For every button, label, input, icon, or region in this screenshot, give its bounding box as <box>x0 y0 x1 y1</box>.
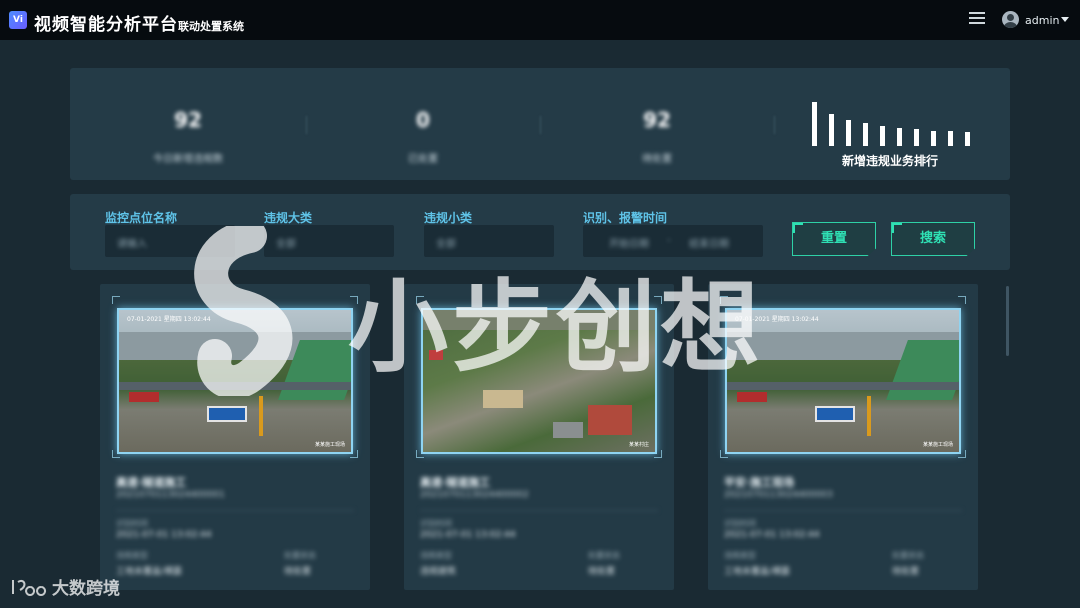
card-status: 待处置 <box>892 567 920 577</box>
stat-label: 今日新增违规数 <box>153 154 223 165</box>
ranking-label: 新增违规业务排行 <box>842 154 939 168</box>
snapshot-frame: 07-01-2021 星期四 13:02:44 某某施工现场 <box>720 296 966 458</box>
divider <box>306 116 307 134</box>
card-key: 处置状态 <box>892 551 924 560</box>
monitor-point-placeholder: 请输入 <box>117 239 147 250</box>
alarm-card-list: 07-01-2021 星期四 13:02:44 某某施工现场 高速·隧道施工 2… <box>100 284 980 608</box>
minor-category-value: 全部 <box>436 239 456 250</box>
card-value: 2021-07-01 13:02:44 <box>420 530 516 540</box>
time-start-placeholder: 开始日期 <box>609 239 649 250</box>
snapshot-image[interactable]: 07-01-2021 星期四 13:02:44 某某施工现场 <box>117 308 353 454</box>
card-key: 违规类型 <box>724 551 756 560</box>
app-subtitle: 联动处置系统 <box>178 20 244 33</box>
ranking-bar[interactable] <box>829 114 834 146</box>
stat-label: 待处置 <box>642 154 672 165</box>
reset-button[interactable]: 重置 <box>792 222 876 256</box>
card-key: 处置状态 <box>284 551 316 560</box>
monitor-point-input[interactable]: 请输入 <box>105 225 235 257</box>
ranking-bar[interactable] <box>863 123 868 146</box>
card-key: 识别时间 <box>116 519 148 528</box>
snapshot-camera-label: 某某村庄 <box>628 442 649 448</box>
card-key: 识别时间 <box>420 519 452 528</box>
stat-label: 已处置 <box>408 154 438 165</box>
minor-category-label: 违规小类 <box>424 211 473 225</box>
card-id: 2021070113024400002 <box>420 490 529 500</box>
card-title: 高速·隧道施工 <box>116 476 187 489</box>
app-logo-icon: Vi <box>9 11 27 29</box>
card-key: 识别时间 <box>724 519 756 528</box>
snapshot-image[interactable]: 某某村庄 <box>421 308 657 454</box>
card-value: 2021-07-01 13:02:44 <box>116 530 212 540</box>
ranking-bar[interactable] <box>897 128 902 146</box>
minor-category-select[interactable]: 全部 <box>424 225 554 257</box>
divider <box>540 116 541 134</box>
ranking-bar[interactable] <box>914 129 919 146</box>
snapshot-frame: 某某村庄 <box>416 296 662 458</box>
card-value: 工地未覆盖/裸露 <box>116 567 183 577</box>
alarm-card[interactable]: 某某村庄 高速·隧道施工 2021070113024400002 识别时间 20… <box>404 284 674 590</box>
menu-list-icon[interactable] <box>969 12 985 26</box>
card-key: 违规类型 <box>116 551 148 560</box>
snapshot-timestamp: 07-01-2021 星期四 13:02:44 <box>735 316 819 323</box>
time-separator: - <box>667 235 671 246</box>
username[interactable]: admin <box>1025 14 1059 27</box>
ranking-bar[interactable] <box>965 132 970 146</box>
monitor-point-label: 监控点位名称 <box>105 211 178 225</box>
card-value: 2021-07-01 13:02:44 <box>724 530 820 540</box>
card-status: 待处置 <box>588 567 616 577</box>
ranking-bar[interactable] <box>812 102 817 146</box>
stat-handled: 0 已处置 <box>343 108 503 165</box>
chevron-down-icon[interactable] <box>1061 17 1069 22</box>
card-value: 违规建筑 <box>420 567 457 577</box>
footer-brand-icon <box>12 580 47 596</box>
scrollbar-thumb[interactable] <box>1006 286 1009 356</box>
card-value: 工地未覆盖/裸露 <box>724 567 791 577</box>
card-key: 违规类型 <box>420 551 452 560</box>
card-id: 2021070113024400003 <box>724 490 833 500</box>
user-avatar-icon[interactable] <box>1002 11 1019 28</box>
snapshot-timestamp: 07-01-2021 星期四 13:02:44 <box>127 316 211 323</box>
card-title: 高速·隧道施工 <box>420 476 491 489</box>
snapshot-image[interactable]: 07-01-2021 星期四 13:02:44 某某施工现场 <box>725 308 961 454</box>
filter-panel: 监控点位名称 请输入 违规大类 全部 违规小类 全部 识别、报警时间 开始日期 … <box>70 194 1010 270</box>
card-id: 2021070113024400001 <box>116 490 225 500</box>
ranking-bar[interactable] <box>880 126 885 146</box>
stat-value: 92 <box>174 108 202 132</box>
search-button[interactable]: 搜索 <box>891 222 975 256</box>
major-category-value: 全部 <box>276 239 296 250</box>
stat-pending: 92 待处置 <box>577 108 737 165</box>
snapshot-camera-label: 某某施工现场 <box>314 442 345 448</box>
card-title: 平安·施工现场 <box>724 476 795 489</box>
card-key: 处置状态 <box>588 551 620 560</box>
snapshot-frame: 07-01-2021 星期四 13:02:44 某某施工现场 <box>112 296 358 458</box>
stat-new-violations: 92 今日新增违规数 <box>108 108 268 165</box>
time-range-picker[interactable]: 开始日期 - 结束日期 <box>583 225 763 257</box>
alarm-card[interactable]: 07-01-2021 星期四 13:02:44 某某施工现场 高速·隧道施工 2… <box>100 284 370 590</box>
stat-value: 92 <box>643 108 671 132</box>
time-end-placeholder: 结束日期 <box>689 239 729 250</box>
time-range-label: 识别、报警时间 <box>583 211 668 225</box>
major-category-select[interactable]: 全部 <box>264 225 394 257</box>
card-status: 待处置 <box>284 567 312 577</box>
top-bar: Vi 视频智能分析平台 联动处置系统 admin <box>0 0 1080 40</box>
divider <box>774 116 775 134</box>
footer-brand-text: 大数跨境 <box>52 579 120 599</box>
ranking-bar[interactable] <box>948 131 953 146</box>
ranking-bar[interactable] <box>931 131 936 146</box>
alarm-card[interactable]: 07-01-2021 星期四 13:02:44 某某施工现场 平安·施工现场 2… <box>708 284 978 590</box>
stat-value: 0 <box>416 108 430 132</box>
major-category-label: 违规大类 <box>264 211 313 225</box>
ranking-bar[interactable] <box>846 120 851 146</box>
snapshot-camera-label: 某某施工现场 <box>922 442 953 448</box>
app-title: 视频智能分析平台 <box>34 15 178 35</box>
stats-panel: 92 今日新增违规数 0 已处置 92 待处置 新增违规业务排行 <box>70 68 1010 180</box>
ranking-bar-chart[interactable] <box>812 100 972 146</box>
